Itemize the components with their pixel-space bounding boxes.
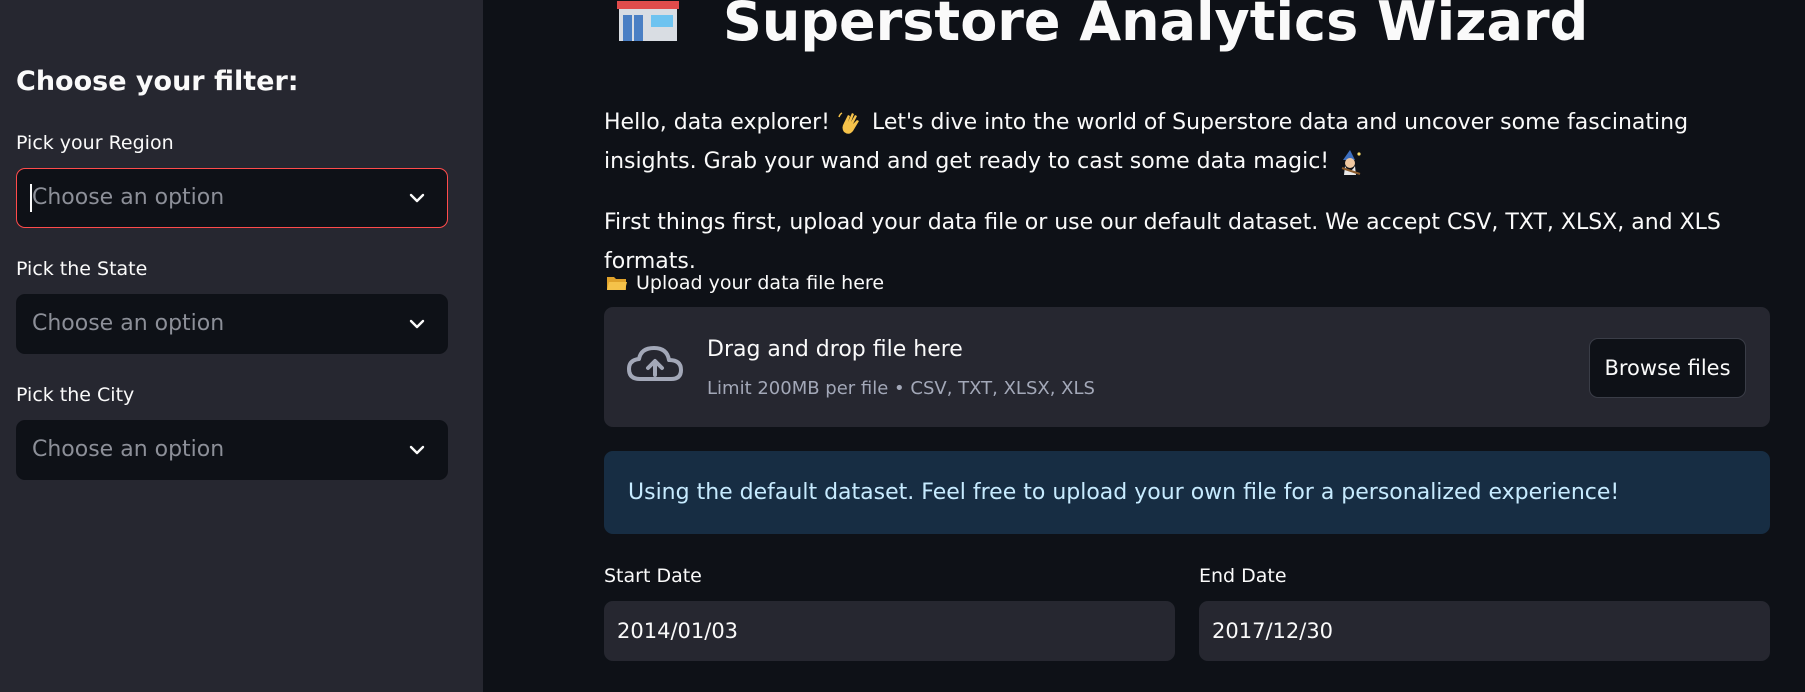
cloud-upload-icon bbox=[627, 346, 683, 381]
upload-label-text: Upload your data file here bbox=[636, 272, 885, 294]
folder-icon bbox=[607, 277, 627, 290]
end-date-label: End Date bbox=[1199, 565, 1287, 587]
sidebar: Choose your filter: Pick your Region Cho… bbox=[0, 0, 483, 692]
page-title: Superstore Analytics Wizard bbox=[723, 0, 1589, 53]
city-label: Pick the City bbox=[16, 384, 135, 406]
info-alert-text: Using the default dataset. Feel free to … bbox=[628, 480, 1620, 505]
region-placeholder: Choose an option bbox=[32, 185, 225, 210]
info-alert: Using the default dataset. Feel free to … bbox=[604, 451, 1770, 534]
state-label: Pick the State bbox=[16, 258, 148, 280]
state-placeholder: Choose an option bbox=[32, 311, 225, 336]
app: Choose your filter: Pick your Region Cho… bbox=[0, 0, 1805, 692]
region-label: Pick your Region bbox=[16, 132, 174, 154]
store-icon bbox=[617, 1, 679, 41]
start-date-input[interactable]: 2014/01/03 bbox=[604, 601, 1175, 661]
formats-paragraph: First things first, upload your data fil… bbox=[604, 210, 1721, 274]
wave-hand-icon bbox=[838, 112, 859, 134]
intro-paragraph: Hello, data explorer! Let's dive into th… bbox=[604, 103, 1784, 181]
chevron-down-icon[interactable] bbox=[407, 188, 427, 208]
city-select[interactable]: Choose an option bbox=[16, 420, 448, 480]
wizard-icon bbox=[1341, 150, 1361, 175]
region-select[interactable]: Choose an option bbox=[16, 168, 448, 228]
dropzone-limits: Limit 200MB per file • CSV, TXT, XLSX, X… bbox=[707, 378, 1095, 399]
file-dropzone[interactable]: Drag and drop file here Limit 200MB per … bbox=[604, 307, 1770, 427]
browse-files-button[interactable]: Browse files bbox=[1589, 338, 1746, 398]
chevron-down-icon[interactable] bbox=[407, 314, 427, 334]
title-row: Superstore Analytics Wizard bbox=[615, 0, 1588, 56]
upload-label: Upload your data file here bbox=[606, 272, 884, 294]
dropzone-title: Drag and drop file here bbox=[707, 337, 963, 362]
sidebar-title: Choose your filter: bbox=[16, 66, 299, 97]
end-date-input[interactable]: 2017/12/30 bbox=[1199, 601, 1770, 661]
state-select[interactable]: Choose an option bbox=[16, 294, 448, 354]
start-date-label: Start Date bbox=[604, 565, 702, 587]
chevron-down-icon[interactable] bbox=[407, 440, 427, 460]
city-placeholder: Choose an option bbox=[32, 437, 225, 462]
intro-greeting: Hello, data explorer! bbox=[604, 110, 830, 135]
